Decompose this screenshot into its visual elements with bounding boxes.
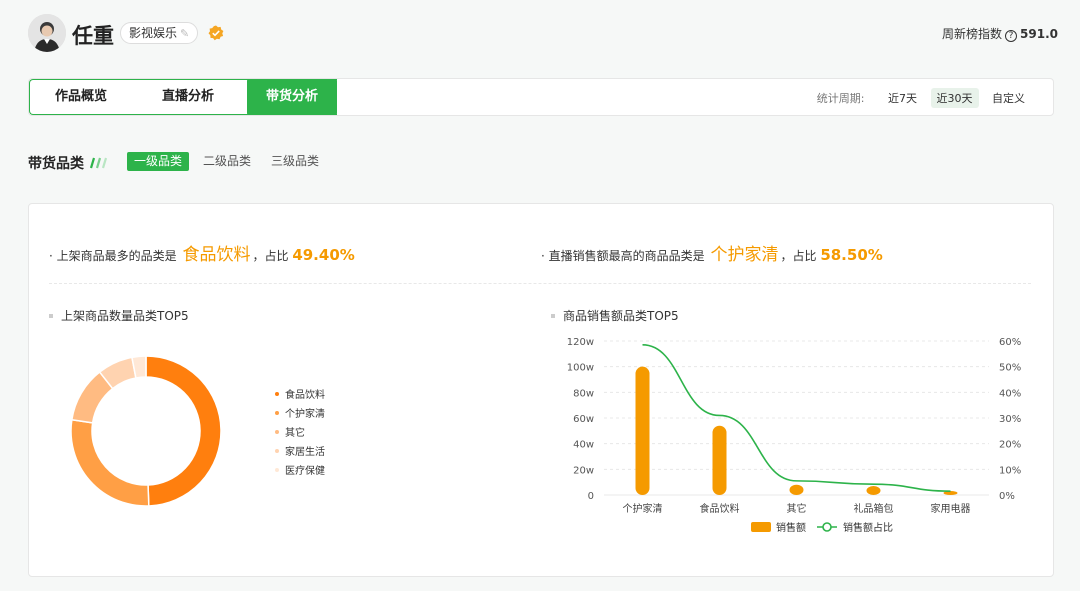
category-tag: 影视娱乐 ✎ (120, 22, 199, 44)
tab-live-analysis[interactable]: 直播分析 (133, 79, 243, 115)
summary-left-highlight: 食品饮料 (182, 245, 251, 265)
edit-icon[interactable]: ✎ (180, 27, 189, 40)
bar-chart-title: 商品销售额品类TOP5 (551, 307, 679, 324)
y-tick-left: 60w (573, 414, 594, 425)
y-tick-left: 120w (567, 337, 594, 348)
stripes-icon (89, 157, 108, 169)
summary-left-suffix: ，占比 (252, 249, 289, 263)
period-option-custom[interactable]: 自定义 (986, 88, 1031, 108)
weekly-index-value: 591.0 (1020, 27, 1058, 41)
x-tick-label: 个护家清 (623, 502, 663, 515)
bar-sales[interactable] (789, 484, 804, 495)
level-button-1[interactable]: 一级品类 (127, 152, 190, 171)
donut-chart-title: 上架商品数量品类TOP5 (49, 307, 189, 324)
legend-label: 其它 (285, 428, 305, 439)
legend-item[interactable]: 医疗保健 (275, 462, 325, 481)
help-icon[interactable]: ? (1005, 30, 1018, 42)
legend-swatch (275, 468, 279, 472)
y-tick-left: 20w (573, 465, 594, 476)
period-selector: 统计周期: 近7天 近30天 自定义 (817, 88, 1031, 108)
divider (49, 283, 1031, 284)
summary-right-pct: 58.50% (820, 246, 883, 264)
tab-works-overview[interactable]: 作品概览 (29, 79, 133, 115)
summary-left-pct: 49.40% (292, 246, 355, 264)
donut-slice-0[interactable] (145, 355, 222, 507)
legend-line-label: 销售额占比 (843, 521, 893, 534)
y-tick-right: 10% (999, 465, 1021, 476)
y-tick-left: 40w (573, 440, 594, 451)
bar-sales[interactable] (866, 486, 881, 495)
legend-swatch (275, 430, 279, 434)
y-tick-left: 0 (588, 491, 594, 502)
legend-item[interactable]: 其它 (275, 424, 325, 443)
summary-right-prefix: · 直播销售额最高的商品品类是 (541, 249, 705, 263)
avatar[interactable] (28, 14, 66, 52)
verified-icon (208, 25, 224, 41)
y-tick-right: 60% (999, 337, 1021, 348)
section-title: 带货品类 (28, 156, 84, 172)
weekly-index: 周新榜指数? 591.0 (942, 25, 1058, 42)
legend-swatch (275, 411, 279, 415)
summary-right-suffix: ，占比 (780, 249, 817, 263)
main-tabs: 作品概览 直播分析 带货分析 统计周期: 近7天 近30天 自定义 (28, 78, 1054, 116)
legend-label: 个护家清 (285, 409, 325, 420)
donut-slice-1[interactable] (70, 418, 150, 507)
y-tick-left: 100w (567, 363, 594, 374)
period-label: 统计周期: (816, 92, 865, 105)
bar-line-chart: 0 0% 20w 10% 40w 20% 60w 30% 80w 40% 100w 50% 120w 60… (567, 337, 1022, 534)
summary-right-highlight: 个护家清 (710, 245, 779, 265)
y-tick-left: 80w (573, 388, 594, 399)
legend-bar-label: 销售额 (776, 521, 806, 534)
level-button-3[interactable]: 三级品类 (264, 152, 326, 171)
y-tick-right: 0% (999, 491, 1015, 502)
legend-line-marker (822, 522, 832, 532)
tab-sales-analysis[interactable]: 带货分析 (247, 79, 337, 115)
summary-left-prefix: · 上架商品最多的品类是 (49, 249, 177, 263)
legend-label: 食品饮料 (285, 390, 325, 401)
donut-title-text: 上架商品数量品类TOP5 (61, 309, 189, 323)
x-tick-label: 食品饮料 (700, 502, 740, 515)
legend-swatch (275, 449, 279, 453)
legend-label: 医疗保健 (285, 466, 325, 477)
bar-title-text: 商品销售额品类TOP5 (563, 309, 679, 323)
legend-swatch (275, 392, 279, 396)
legend-item[interactable]: 食品饮料 (275, 386, 325, 405)
donut-legend: 食品饮料个护家清其它家居生活医疗保健 (275, 386, 325, 481)
donut-chart (70, 355, 222, 507)
x-tick-label: 礼品箱包 (854, 502, 894, 515)
x-tick-label: 其它 (787, 502, 807, 515)
category-tag-label: 影视娱乐 (129, 26, 178, 40)
bar-sales[interactable] (712, 425, 727, 495)
summary-left: · 上架商品最多的品类是 食品饮料 ，占比 49.40% (49, 240, 355, 265)
analysis-card: · 上架商品最多的品类是 食品饮料 ，占比 49.40% · 直播销售额最高的商品… (28, 203, 1054, 577)
y-tick-right: 50% (999, 363, 1021, 374)
legend-item[interactable]: 个护家清 (275, 405, 325, 424)
profile-header: 任重 影视娱乐 ✎ 周新榜指数? 591.0 (28, 14, 1058, 54)
period-option-7d[interactable]: 近7天 (882, 88, 923, 108)
legend-bar-swatch[interactable] (751, 522, 771, 532)
summary-right: · 直播销售额最高的商品品类是 个护家清 ，占比 58.50% (541, 240, 883, 265)
y-tick-right: 20% (999, 440, 1021, 451)
y-tick-right: 30% (999, 414, 1021, 425)
period-option-30d[interactable]: 近30天 (930, 88, 979, 108)
bullet-icon (49, 314, 53, 318)
creator-name: 任重 (72, 24, 114, 48)
weekly-index-label: 周新榜指数 (942, 27, 1003, 41)
bullet-icon (551, 314, 555, 318)
level-button-2[interactable]: 二级品类 (196, 152, 258, 171)
y-tick-right: 40% (999, 388, 1021, 399)
bar-sales[interactable] (635, 366, 650, 495)
legend-item[interactable]: 家居生活 (275, 443, 325, 462)
x-tick-label: 家用电器 (931, 502, 971, 515)
legend-label: 家居生活 (285, 447, 325, 458)
